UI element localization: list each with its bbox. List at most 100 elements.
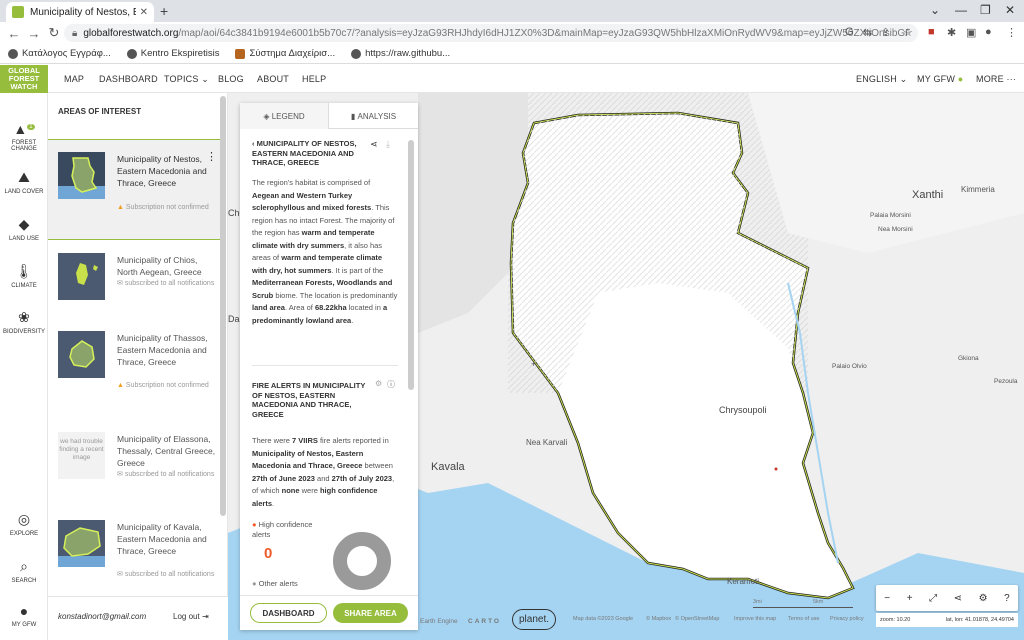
body-text: . (272, 498, 275, 508)
gfw-logo[interactable]: GLOBAL FOREST WATCH (0, 65, 48, 93)
sidepanel-icon[interactable]: ▣ (966, 26, 976, 39)
aoi-item[interactable]: we had trouble finding a recent image Mu… (48, 420, 220, 520)
panel-scrollbar[interactable] (408, 140, 414, 390)
forward-icon[interactable]: → (24, 26, 44, 41)
earth-engine-credit: Earth Engine (420, 618, 458, 625)
panel-tabs: ◈ LEGEND ▮ ANALYSIS (240, 103, 418, 129)
globe-icon (8, 48, 18, 59)
zoom-in-icon[interactable]: + (907, 593, 913, 604)
tab-legend[interactable]: ◈ LEGEND (240, 103, 329, 129)
settings-icon[interactable]: ⚙ (979, 593, 988, 604)
body-text: . (351, 315, 354, 325)
close-window-icon[interactable]: ✕ (1005, 3, 1015, 17)
dashboard-button[interactable]: DASHBOARD (250, 603, 327, 623)
map-label: Nea Karvali (526, 438, 568, 447)
nav-more[interactable]: MORE ··· (976, 74, 1016, 84)
aoi-status: ▲ Subscription not confirmed (117, 204, 209, 211)
back-chevron-icon[interactable]: ‹ (252, 139, 255, 148)
bookmark-item[interactable]: Σύστημα Διαχείρισ... (235, 48, 335, 59)
body-text: . Area of (284, 303, 315, 312)
aoi-options-icon[interactable]: ⋮ (206, 150, 217, 163)
map-label: Keramoti (727, 577, 760, 586)
bookmark-item[interactable]: Κατάλογος Εγγράφ... (8, 48, 111, 59)
info-icon[interactable]: ⓘ (387, 379, 395, 390)
bookmark-item[interactable]: https://raw.githubu... (351, 48, 450, 59)
warning-icon: ▲ (117, 382, 124, 389)
privacy-link[interactable]: Privacy policy (830, 616, 864, 622)
share-area-button[interactable]: SHARE AREA (333, 603, 408, 623)
chevron-down-icon[interactable]: ⌄ (930, 3, 940, 17)
fullscreen-icon[interactable]: ⤢ (929, 593, 937, 604)
mail-icon: ✉ (117, 471, 123, 478)
sidebar-climate[interactable]: 🌡︎ CLIMATE (0, 263, 48, 289)
aoi-item[interactable]: Municipality of Nestos, Eastern Macedoni… (48, 140, 220, 240)
extension-icon[interactable]: ■ (928, 26, 935, 38)
logout-button[interactable]: Log out ⇥ (173, 612, 209, 621)
url-bar[interactable]: 🔒︎ globalforestwatch.org /map/aoi/64c384… (64, 24, 918, 42)
translate-icon[interactable]: ⇆ (863, 26, 872, 39)
help-icon[interactable]: ? (1004, 593, 1010, 604)
reload-icon[interactable]: ↻ (44, 25, 64, 41)
nav-blog[interactable]: BLOG (218, 74, 244, 84)
sidebar-search[interactable]: ⌕ SEARCH (0, 558, 48, 584)
sidebar-land-use[interactable]: ◆ LAND USE (0, 216, 48, 242)
language-select[interactable]: ENGLISH ⌄ (856, 74, 907, 85)
close-tab-icon[interactable]: ✕ (140, 7, 148, 18)
aoi-name: Municipality of Elassona, Thessaly, Cent… (117, 434, 216, 468)
lat-lon: lat, lon: 41.01878, 24.49704 (945, 617, 1014, 623)
settings-icon[interactable]: ⚙ (375, 379, 382, 388)
highlight-text: Aegean and Western Turkey sclerophyllous… (252, 190, 372, 213)
sidebar-land-cover[interactable]: ⛰ LAND COVER (0, 169, 48, 195)
share-page-icon[interactable]: ⇪ (881, 26, 890, 39)
back-icon[interactable]: ← (4, 26, 24, 41)
dot-icon: ● (252, 520, 257, 529)
aoi-item[interactable]: Municipality of Kavala, Eastern Macedoni… (48, 508, 220, 608)
aoi-item[interactable]: Municipality of Thassos, Eastern Macedon… (48, 319, 220, 419)
sidebar-mygfw[interactable]: ● MY GFW (0, 603, 48, 628)
nav-topics[interactable]: TOPICS ⌄ (164, 74, 209, 85)
compass-icon: ◎ (17, 511, 31, 527)
minimize-icon[interactable]: — (955, 3, 967, 17)
aoi-scrollbar[interactable] (220, 96, 226, 516)
panel-header: ‹ MUNICIPALITY OF NESTOS, EASTERN MACEDO… (252, 139, 372, 168)
sidebar-biodiversity[interactable]: ❀ BIODIVERSITY (0, 309, 48, 335)
share-icon[interactable]: ⋖ (954, 593, 962, 604)
gfw-favicon-icon (12, 6, 24, 18)
aoi-status: ✉ subscribed to all notifications (117, 280, 215, 287)
map-attribution: Map data ©2023 Google (573, 616, 634, 622)
nav-map[interactable]: MAP (64, 74, 84, 84)
profile-avatar-icon[interactable]: ● (985, 26, 992, 38)
restore-icon[interactable]: ❐ (980, 3, 991, 17)
browser-tab[interactable]: Municipality of Nestos, Eastern M ✕ (6, 2, 154, 22)
puzzle-icon[interactable]: ✱ (947, 26, 956, 39)
nav-mygfw[interactable]: MY GFW ● (917, 74, 963, 84)
chevron-down-icon: ⌄ (899, 74, 908, 84)
share-icon[interactable]: ⋖ (370, 139, 378, 150)
aoi-thumbnail (58, 520, 105, 567)
bookmark-item[interactable]: Kentro Ekspiretisis (126, 48, 219, 59)
tab-title: Municipality of Nestos, Eastern M (30, 6, 136, 18)
tab-analysis[interactable]: ▮ ANALYSIS (329, 103, 418, 129)
google-icon[interactable]: G (845, 26, 854, 38)
download-icon[interactable]: ⤓ (386, 139, 390, 150)
improve-map-link[interactable]: Improve this map (734, 616, 776, 622)
new-tab-icon[interactable]: + (160, 3, 168, 19)
user-icon: ● (19, 603, 29, 619)
sidebar-forest-change[interactable]: ▲ 1 FOREST CHANGE (0, 121, 48, 152)
zoom-out-icon[interactable]: − (884, 593, 890, 604)
body-text: located in (346, 303, 383, 312)
menu-dots-icon[interactable]: ⋮ (1006, 26, 1017, 39)
nav-about[interactable]: ABOUT (257, 74, 289, 84)
globe-icon (351, 48, 362, 59)
nav-help[interactable]: HELP (302, 74, 326, 84)
aoi-status: ✉ subscribed to all notifications (117, 571, 215, 578)
coordinates-bar: zoom: 10.20 lat, lon: 41.01878, 24.49704 (876, 613, 1018, 627)
terms-link[interactable]: Terms of use (788, 616, 819, 622)
nav-dashboard[interactable]: DASHBOARD (99, 74, 158, 84)
sidebar-explore[interactable]: ◎ EXPLORE (0, 511, 48, 537)
bookmark-star-icon[interactable]: ☆ (903, 26, 913, 39)
aoi-status: ✉ subscribed to all notifications (117, 471, 215, 478)
divider (48, 239, 220, 240)
map-label: Kavala (431, 461, 465, 473)
body-text: between (362, 461, 393, 470)
